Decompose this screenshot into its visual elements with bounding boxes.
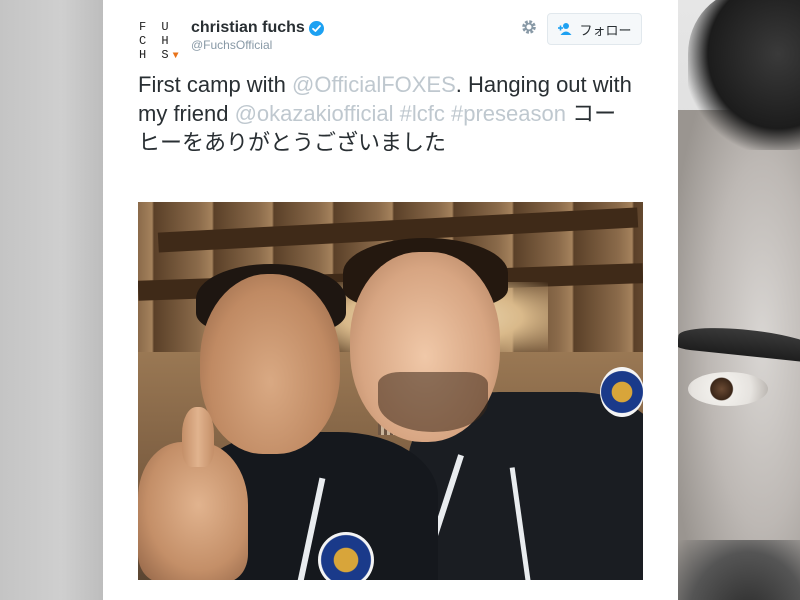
display-name[interactable]: christian fuchs [191, 19, 305, 37]
tweet-photo[interactable] [138, 202, 643, 580]
photo-thumb [182, 407, 214, 467]
logo-line-2: H S [139, 48, 173, 62]
follow-button[interactable]: フォロー [547, 13, 642, 45]
tweet-text: First camp with @OfficialFOXES. Hanging … [138, 70, 638, 157]
fox-logo-icon: ▼ [172, 51, 179, 62]
person-plus-icon [557, 22, 573, 36]
profile-logo[interactable]: F U C H H S▼ [139, 20, 183, 62]
gear-icon[interactable] [519, 18, 539, 38]
photo-person-left-face [200, 274, 340, 454]
verified-badge-icon [308, 20, 324, 36]
photo-club-crest [600, 367, 643, 417]
tweet-text-segment: First camp with [138, 72, 293, 97]
background-portrait [678, 0, 800, 600]
portrait-hair [688, 0, 800, 150]
portrait-eye [688, 372, 768, 406]
tweet-header: F U C H H S▼ christian fuchs @FuchsOffic… [103, 0, 678, 62]
hashtag-link-preseason[interactable]: #preseason [451, 101, 566, 126]
mention-link-okazakiofficial[interactable]: @okazakiofficial [235, 101, 394, 126]
hashtag-link-lcfc[interactable]: #lcfc [400, 101, 445, 126]
portrait-beard [678, 540, 800, 600]
follow-label: フォロー [579, 22, 632, 38]
photo-club-crest [318, 532, 374, 580]
logo-line-1: F U C H [139, 20, 173, 48]
photo-person-right-beard [378, 372, 488, 432]
background-left-panel [0, 0, 103, 600]
mention-link-officialfoxes[interactable]: @OfficialFOXES [292, 72, 456, 97]
name-row: christian fuchs [191, 18, 324, 38]
tweet-card: F U C H H S▼ christian fuchs @FuchsOffic… [103, 0, 678, 600]
user-handle[interactable]: @FuchsOfficial [191, 38, 272, 52]
